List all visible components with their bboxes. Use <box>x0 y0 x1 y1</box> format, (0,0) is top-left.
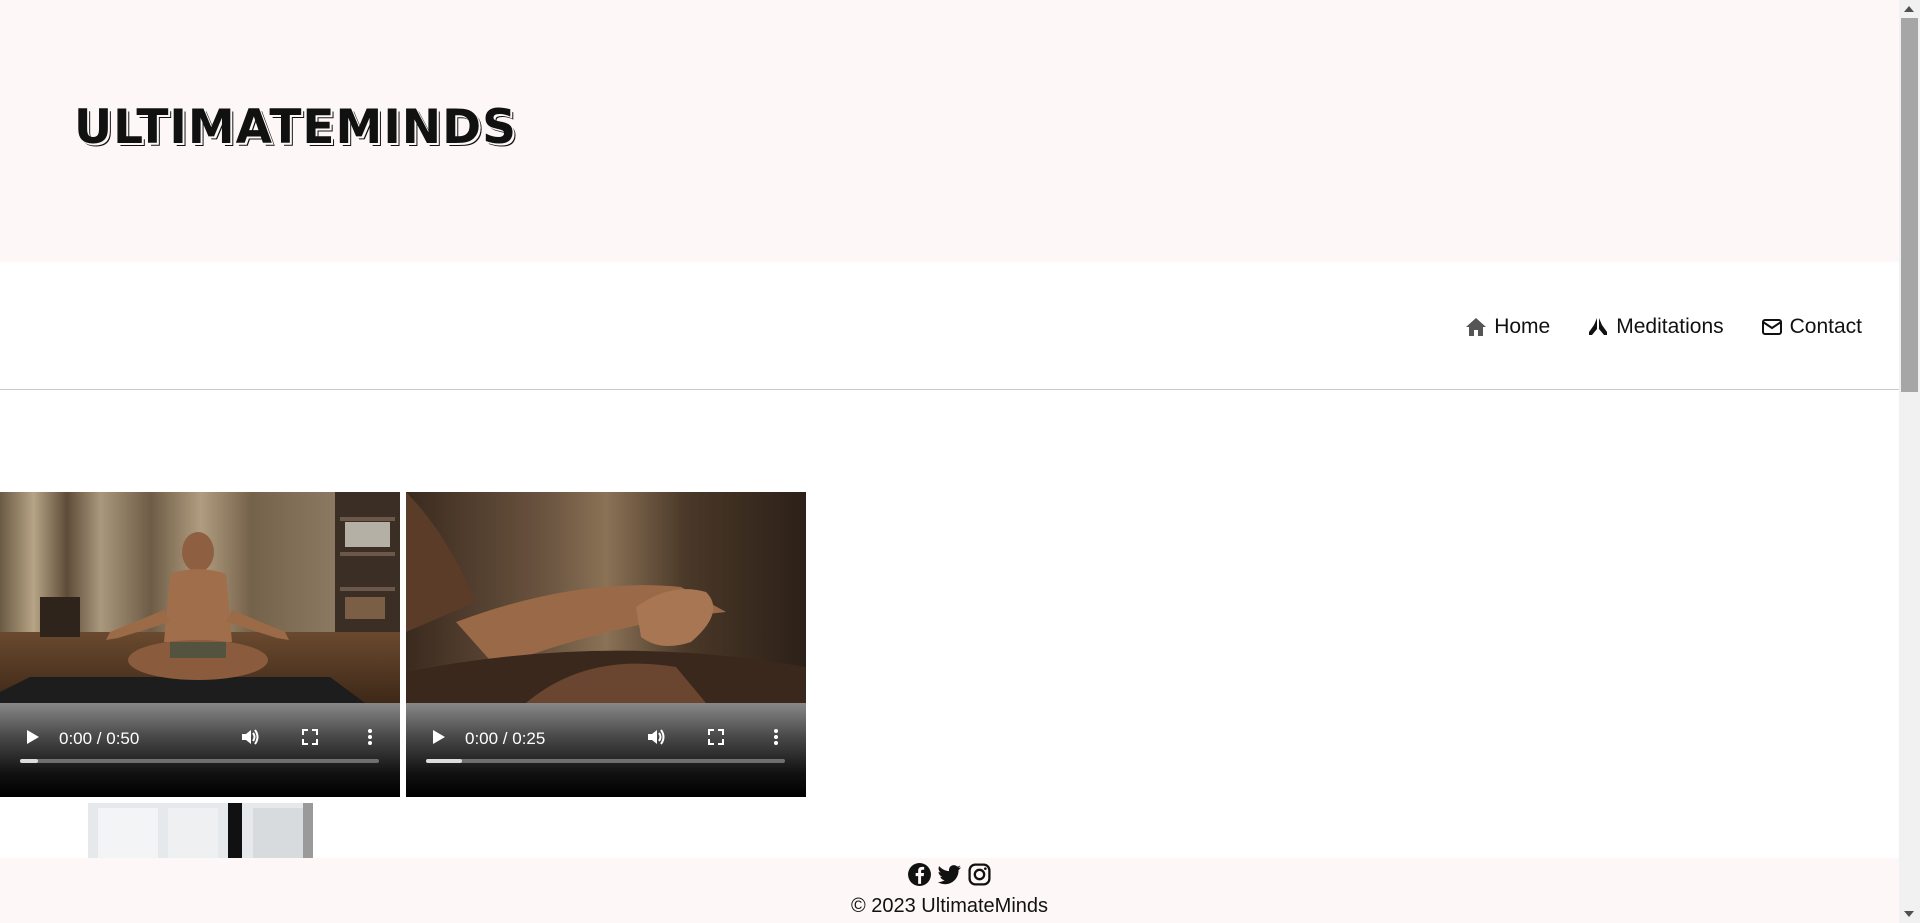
video-time: 0:00 / 0:50 <box>59 729 140 748</box>
footer: © 2023 UltimateMinds <box>0 858 1899 923</box>
video-progress-bar[interactable] <box>426 759 785 763</box>
home-icon <box>1466 318 1487 336</box>
volume-icon[interactable] <box>240 727 260 747</box>
video-progress-fill <box>20 759 38 763</box>
more-options-icon[interactable] <box>360 727 380 747</box>
volume-icon[interactable] <box>646 727 666 747</box>
video-progress-bar[interactable] <box>20 759 379 763</box>
video-player[interactable]: 0:00 / 0:50 <box>0 492 400 797</box>
nav-item-contact[interactable]: Contact <box>1760 315 1862 339</box>
video-controls: 0:00 / 0:25 <box>406 703 806 797</box>
video-gallery: 0:00 / 0:50 0:00 / 0:25 <box>0 492 806 797</box>
envelope-icon <box>1761 319 1782 335</box>
nav-item-meditations[interactable]: Meditations <box>1586 315 1724 339</box>
praying-hands-icon <box>1589 318 1608 335</box>
scroll-up-arrow-icon[interactable] <box>1904 6 1914 12</box>
nav-item-home[interactable]: Home <box>1464 315 1550 339</box>
play-icon[interactable] <box>428 727 448 747</box>
video-controls: 0:00 / 0:50 <box>0 703 400 797</box>
video-player[interactable]: 0:00 / 0:25 <box>406 492 806 797</box>
site-logo[interactable]: ULTIMATEMINDS <box>74 100 517 155</box>
instagram-icon[interactable] <box>967 862 992 887</box>
facebook-icon[interactable] <box>907 862 932 887</box>
page-scrollbar[interactable] <box>1899 0 1920 923</box>
nav-item-label: Home <box>1494 315 1551 338</box>
video-progress-fill <box>426 759 462 763</box>
header: ULTIMATEMINDS <box>0 0 1899 262</box>
fullscreen-icon[interactable] <box>300 727 320 747</box>
main-nav: Home Meditations Contact <box>1464 315 1862 339</box>
video-time: 0:00 / 0:25 <box>465 729 546 748</box>
nav-item-label: Meditations <box>1616 315 1724 338</box>
more-options-icon[interactable] <box>766 727 786 747</box>
video-frame-meditating-man <box>0 492 400 703</box>
scrollbar-thumb[interactable] <box>1901 18 1918 392</box>
nav-item-label: Contact <box>1789 315 1862 338</box>
scroll-down-arrow-icon[interactable] <box>1904 911 1914 917</box>
video-thumbnail-partial[interactable] <box>88 803 313 863</box>
play-icon[interactable] <box>22 727 42 747</box>
social-links <box>0 862 1899 887</box>
copyright-text: © 2023 UltimateMinds <box>850 895 1049 917</box>
twitter-icon[interactable] <box>937 862 962 887</box>
video-frame-meditation-hands <box>406 492 806 703</box>
window-scene-image <box>88 803 313 863</box>
fullscreen-icon[interactable] <box>706 727 726 747</box>
nav-divider <box>0 389 1899 390</box>
